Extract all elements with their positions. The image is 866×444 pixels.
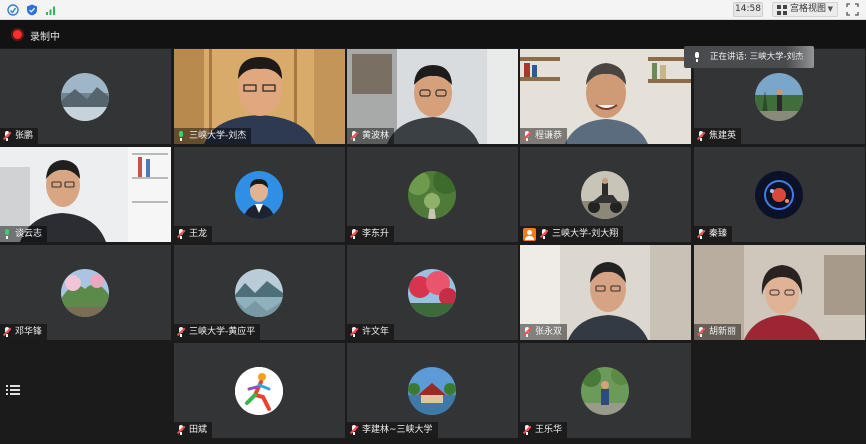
participant-name-tag: 三峡大学-黄应平 bbox=[174, 324, 261, 340]
participant-name-tag: 李建林~三峡大学 bbox=[347, 422, 438, 438]
mic-active-icon bbox=[177, 131, 185, 141]
cloud-icon[interactable] bbox=[7, 4, 19, 16]
participant-name-tag: 邓华锋 bbox=[0, 324, 48, 340]
participant-tile[interactable]: 王乐华 bbox=[520, 343, 691, 438]
participant-tile[interactable]: 三峡大学-刘大翔 bbox=[520, 147, 691, 242]
participant-avatar bbox=[61, 73, 109, 121]
speaker-label-fade bbox=[786, 46, 814, 68]
participant-tile-video[interactable]: 胡新丽 bbox=[694, 245, 865, 340]
participant-tile[interactable]: 三峡大学-黄应平 bbox=[174, 245, 345, 340]
grid-view-icon bbox=[777, 5, 787, 15]
participant-name-tag: 秦臻 bbox=[694, 226, 733, 242]
participant-name-tag: 黄波林 bbox=[347, 128, 395, 144]
participant-name-tag: 王乐华 bbox=[520, 422, 568, 438]
participant-tile[interactable]: 许文年 bbox=[347, 245, 518, 340]
view-mode-dropdown[interactable]: 宫格视图 ▼ bbox=[772, 2, 838, 17]
recording-status: 录制中 bbox=[30, 32, 60, 43]
participant-name-tag: 程谦恭 bbox=[520, 128, 568, 144]
signal-strength-icon[interactable] bbox=[45, 4, 57, 16]
menu-icon[interactable] bbox=[6, 384, 20, 396]
mic-muted-icon bbox=[522, 131, 532, 141]
participant-name-tag: 三峡大学-刘杰 bbox=[174, 128, 252, 144]
mic-muted-icon bbox=[176, 229, 186, 239]
participant-tile[interactable]: 李建林~三峡大学 bbox=[347, 343, 518, 438]
participant-name-tag: 焦建英 bbox=[694, 128, 742, 144]
mic-muted-icon bbox=[176, 327, 186, 337]
mic-muted-icon bbox=[349, 229, 359, 239]
fullscreen-icon[interactable] bbox=[846, 3, 859, 16]
meeting-timer: 14:58 bbox=[733, 2, 763, 17]
mic-muted-icon bbox=[2, 131, 12, 141]
participant-name-tag: 田斌 bbox=[174, 422, 213, 438]
participant-avatar bbox=[235, 269, 283, 317]
mic-muted-icon bbox=[349, 131, 359, 141]
participant-tile-video[interactable]: 谈云志 bbox=[0, 147, 171, 242]
shield-icon[interactable] bbox=[26, 4, 38, 16]
participant-avatar bbox=[235, 171, 283, 219]
mic-muted-icon bbox=[349, 327, 359, 337]
active-speaker-indicator: 正在讲话: 三峡大学-刘杰 bbox=[684, 46, 814, 68]
mic-muted-icon bbox=[696, 327, 706, 337]
microphone-icon bbox=[695, 52, 699, 62]
mic-muted-icon bbox=[696, 229, 706, 239]
host-badge-icon bbox=[523, 227, 536, 241]
participant-avatar bbox=[408, 367, 456, 415]
participant-tile-video[interactable]: 三峡大学-刘杰 bbox=[174, 49, 345, 144]
mic-muted-icon bbox=[349, 425, 359, 435]
participant-tile[interactable]: 邓华锋 bbox=[0, 245, 171, 340]
mic-muted-icon bbox=[522, 425, 532, 435]
mic-muted-icon bbox=[522, 327, 532, 337]
mic-muted-icon bbox=[176, 425, 186, 435]
participant-tile-video[interactable]: 黄波林 bbox=[347, 49, 518, 144]
participant-name-tag: 张鹏 bbox=[0, 128, 39, 144]
participant-tile[interactable]: 田斌 bbox=[174, 343, 345, 438]
recording-dot-icon bbox=[13, 30, 22, 39]
participant-tile-video[interactable]: 程谦恭 bbox=[520, 49, 691, 144]
system-top-bar: 14:58 宫格视图 ▼ bbox=[0, 0, 866, 20]
participant-avatar bbox=[755, 73, 803, 121]
participant-name-tag: 胡新丽 bbox=[694, 324, 742, 340]
mic-active-icon bbox=[3, 229, 11, 239]
participant-avatar bbox=[755, 171, 803, 219]
participant-name-tag: 李东升 bbox=[347, 226, 395, 242]
chevron-down-icon: ▼ bbox=[827, 5, 833, 13]
view-mode-label: 宫格视图 bbox=[790, 4, 827, 14]
participant-avatar bbox=[581, 171, 629, 219]
mic-muted-icon bbox=[2, 327, 12, 337]
mic-muted-icon bbox=[539, 229, 549, 239]
recording-bar: 录制中 bbox=[0, 20, 866, 48]
participant-name-tag: 三峡大学-刘大翔 bbox=[520, 226, 624, 242]
mic-muted-icon bbox=[696, 131, 706, 141]
participant-avatar bbox=[61, 269, 109, 317]
participant-tile[interactable]: 王龙 bbox=[174, 147, 345, 242]
participant-avatar bbox=[408, 269, 456, 317]
participant-name-tag: 张永双 bbox=[520, 324, 568, 340]
participant-tile[interactable]: 张鹏 bbox=[0, 49, 171, 144]
participant-name-tag: 王龙 bbox=[174, 226, 213, 242]
participant-tile[interactable]: 李东升 bbox=[347, 147, 518, 242]
participant-avatar bbox=[408, 171, 456, 219]
participant-avatar bbox=[581, 367, 629, 415]
participant-name-tag: 谈云志 bbox=[0, 226, 48, 242]
participant-name-tag: 许文年 bbox=[347, 324, 395, 340]
participant-avatar bbox=[235, 367, 283, 415]
participant-tile[interactable]: 秦臻 bbox=[694, 147, 865, 242]
participant-tile-video[interactable]: 张永双 bbox=[520, 245, 691, 340]
